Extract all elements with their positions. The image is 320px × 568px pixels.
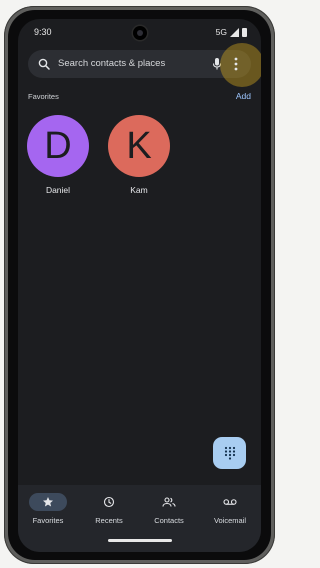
search-bar[interactable]: Search contacts & places (28, 50, 251, 78)
status-bar: 9:30 5G (18, 19, 261, 47)
nav-icon-container (90, 493, 128, 511)
nav-favorites[interactable]: Favorites (18, 493, 78, 525)
add-favorite-button[interactable]: Add (236, 91, 251, 101)
more-options-icon[interactable] (228, 55, 244, 73)
clock-icon (103, 496, 115, 508)
network-label: 5G (215, 27, 227, 37)
avatar: K (108, 115, 170, 177)
contact-name: Daniel (45, 185, 71, 195)
nav-recents[interactable]: Recents (79, 493, 139, 525)
nav-contacts[interactable]: Contacts (139, 493, 199, 525)
nav-label: Favorites (32, 516, 64, 525)
nav-voicemail[interactable]: Voicemail (200, 493, 260, 525)
nav-label: Contacts (154, 516, 184, 525)
phone-screen: 9:30 5G Search contacts & places Favorit… (18, 19, 261, 552)
search-input[interactable]: Search contacts & places (58, 58, 165, 69)
battery-icon (242, 27, 247, 37)
avatar-initial: K (126, 124, 152, 167)
signal-icon (230, 27, 239, 37)
front-camera (133, 26, 147, 40)
status-time: 9:30 (34, 27, 52, 37)
nav-active-indicator (29, 493, 67, 511)
voicemail-icon (223, 499, 237, 505)
avatar: D (27, 115, 89, 177)
dialpad-button[interactable] (213, 437, 246, 469)
nav-label: Voicemail (213, 516, 247, 525)
contact-name: Kam (130, 185, 148, 195)
search-icon (38, 58, 50, 70)
nav-icon-container (150, 493, 188, 511)
favorites-heading: Favorites (28, 92, 59, 101)
status-indicators: 5G (216, 27, 247, 37)
nav-label: Recents (95, 516, 123, 525)
nav-icon-container (211, 493, 249, 511)
dialpad-icon (224, 446, 235, 460)
favorite-contact-daniel[interactable]: D Daniel (26, 115, 90, 195)
avatar-initial: D (44, 124, 72, 167)
gesture-navigation-bar[interactable] (108, 539, 172, 542)
star-icon (43, 497, 53, 507)
favorite-contact-kam[interactable]: K Kam (107, 115, 171, 195)
people-icon (162, 497, 176, 507)
